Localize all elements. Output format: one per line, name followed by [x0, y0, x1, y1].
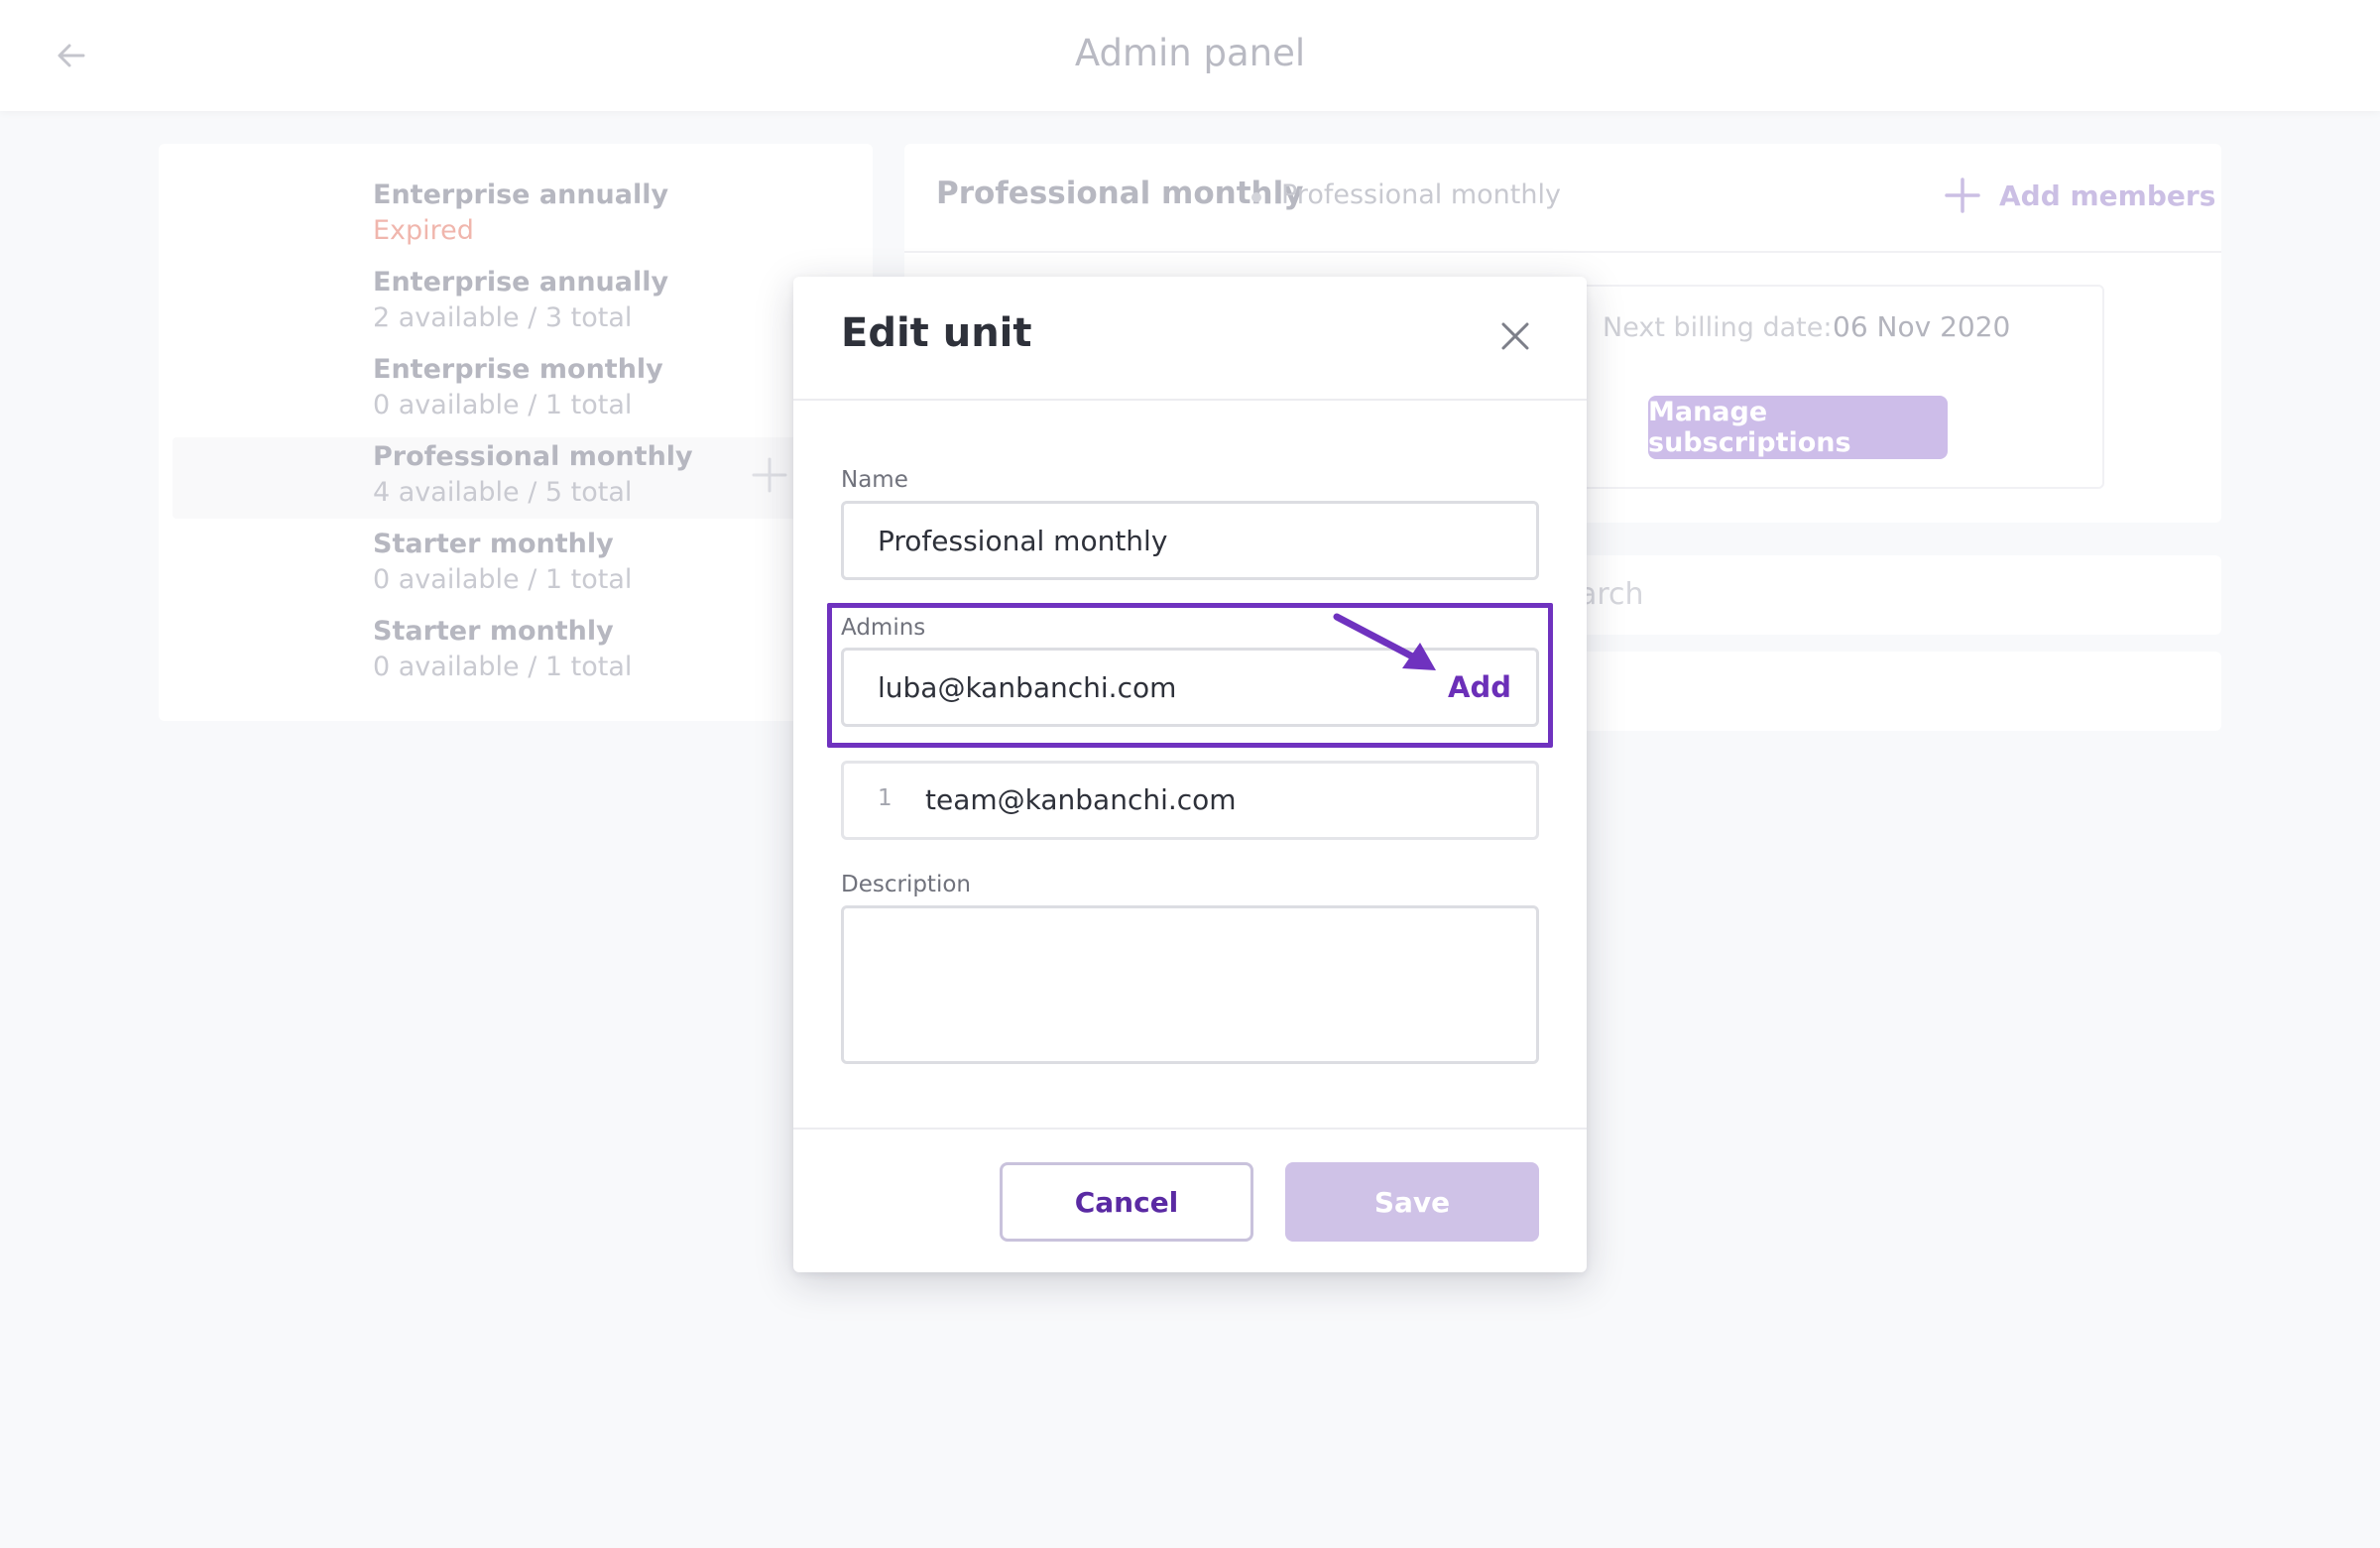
description-textarea[interactable]	[841, 905, 1539, 1064]
subscription-item[interactable]: Starter monthly 0 available / 1 total	[173, 616, 859, 693]
subscription-title: Enterprise monthly	[373, 354, 663, 385]
admin-email: team@kanbanchi.com	[925, 783, 1237, 816]
admins-field: Add	[841, 648, 1539, 727]
top-bar: Admin panel	[0, 0, 2380, 111]
admins-input[interactable]	[841, 648, 1539, 727]
subscription-item[interactable]: Starter monthly 0 available / 1 total	[173, 529, 859, 606]
search-placeholder: arch	[1579, 577, 1644, 612]
billing-label: Next billing date:	[1603, 312, 1833, 343]
subscription-status: 0 available / 1 total	[373, 390, 633, 420]
add-admin-button[interactable]: Add	[1442, 661, 1517, 713]
subscription-status: 2 available / 3 total	[373, 302, 633, 333]
subscription-title: Starter monthly	[373, 616, 614, 647]
subscription-item[interactable]: Enterprise annually Expired	[173, 179, 859, 257]
admin-index: 1	[878, 785, 892, 811]
add-members-label: Add members	[1999, 179, 2216, 212]
subscription-status: 4 available / 5 total	[373, 477, 633, 508]
subscription-title: Enterprise annually	[373, 179, 669, 210]
description-label: Description	[841, 872, 971, 897]
unit-title: Professional monthly	[936, 176, 1304, 211]
cancel-button[interactable]: Cancel	[1000, 1162, 1253, 1242]
subscription-item-selected[interactable]: Professional monthly 4 available / 5 tot…	[173, 437, 859, 519]
separator-dot	[1251, 192, 1261, 202]
plus-icon[interactable]	[750, 455, 789, 495]
subscription-status: 0 available / 1 total	[373, 564, 633, 595]
dialog-title: Edit unit	[841, 310, 1032, 356]
name-label: Name	[841, 467, 908, 493]
subscription-status: Expired	[373, 215, 474, 246]
name-input[interactable]	[841, 501, 1539, 580]
subscription-title: Professional monthly	[373, 441, 693, 472]
edit-unit-dialog: Edit unit Name Admins Add 1 team@kanbanc…	[793, 277, 1587, 1272]
plus-icon	[1945, 178, 1980, 213]
billing-date: 06 Nov 2020	[1833, 310, 2011, 343]
arrow-left-icon	[58, 44, 85, 67]
unit-subtitle: Professional monthly	[1281, 179, 1561, 210]
admins-label: Admins	[841, 615, 926, 641]
divider	[793, 399, 1587, 401]
manage-subscriptions-button[interactable]: Manage subscriptions	[1648, 396, 1948, 459]
subscription-title: Enterprise annually	[373, 267, 669, 298]
back-button[interactable]	[52, 36, 91, 75]
add-members-button[interactable]: Add members	[1944, 174, 2215, 217]
subscription-status: 0 available / 1 total	[373, 652, 633, 682]
subscriptions-list: Enterprise annually Expired Enterprise a…	[159, 144, 873, 721]
divider	[793, 1128, 1587, 1130]
subscription-title: Starter monthly	[373, 529, 614, 559]
page-title: Admin panel	[1074, 32, 1306, 74]
subscription-item[interactable]: Enterprise monthly 0 available / 1 total	[173, 354, 859, 431]
save-button[interactable]: Save	[1285, 1162, 1539, 1242]
billing-card: Next billing date: 06 Nov 2020 Manage su…	[1579, 285, 2104, 489]
close-button[interactable]	[1491, 312, 1539, 360]
admin-list-item: 1 team@kanbanchi.com	[841, 761, 1539, 840]
divider	[904, 251, 2221, 253]
subscription-item[interactable]: Enterprise annually 2 available / 3 tota…	[173, 267, 859, 344]
close-icon	[1501, 322, 1529, 350]
